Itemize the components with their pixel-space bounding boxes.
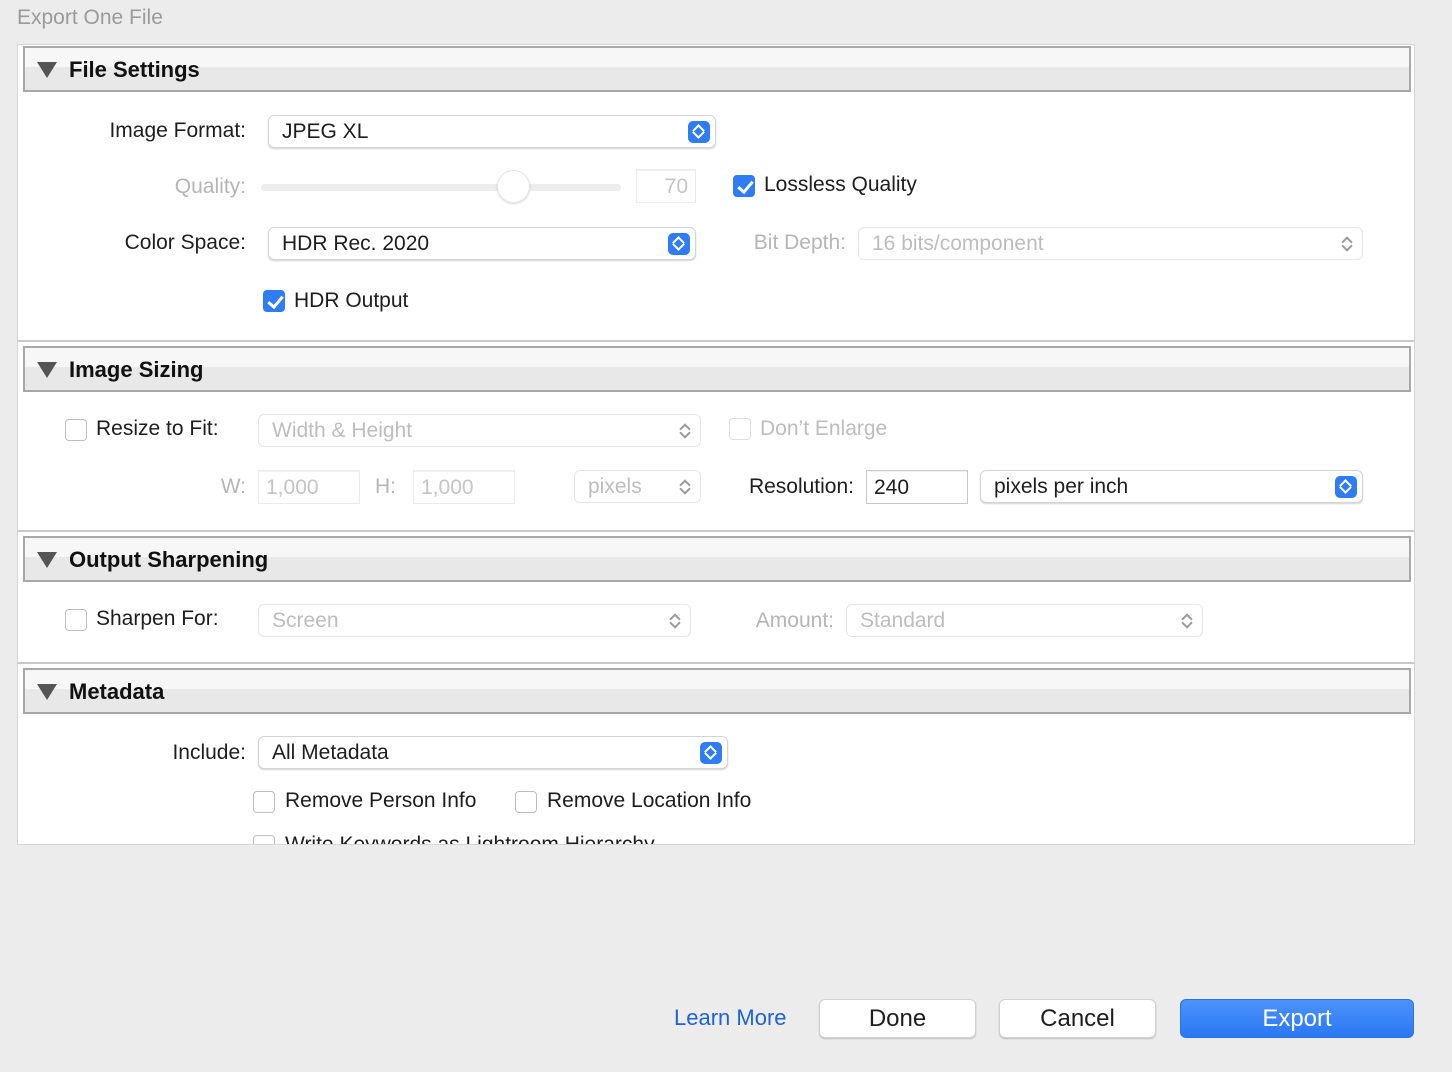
export-button[interactable]: Export xyxy=(1180,999,1414,1038)
hdr-output-checkbox[interactable] xyxy=(263,290,285,312)
sharpen-for-select[interactable]: Screen xyxy=(258,604,691,637)
export-settings-panel[interactable]: File Settings Image Format: JPEG XL Qual… xyxy=(17,44,1415,845)
resolution-units-select[interactable]: pixels per inch xyxy=(980,470,1363,503)
resize-to-fit-checkbox[interactable] xyxy=(65,419,87,441)
color-space-select[interactable]: HDR Rec. 2020 xyxy=(268,227,696,260)
done-button[interactable]: Done xyxy=(819,999,976,1038)
remove-person-info-checkbox[interactable] xyxy=(253,791,275,813)
disclosure-triangle-icon[interactable] xyxy=(37,684,57,700)
hdr-output-label: HDR Output xyxy=(294,289,409,312)
chevron-updown-icon xyxy=(1340,234,1354,254)
image-format-value: JPEG XL xyxy=(282,120,369,143)
color-space-label: Color Space: xyxy=(124,231,246,254)
height-field[interactable]: 1,000 xyxy=(413,470,515,504)
quality-slider-knob[interactable] xyxy=(496,170,530,203)
section-divider xyxy=(18,340,1414,342)
remove-location-info-label: Remove Location Info xyxy=(547,789,752,812)
dont-enlarge-label: Don’t Enlarge xyxy=(760,417,888,440)
chevron-updown-icon xyxy=(678,477,692,497)
include-value: All Metadata xyxy=(272,741,389,764)
remove-person-info-label: Remove Person Info xyxy=(285,789,477,812)
resolution-label: Resolution: xyxy=(748,475,854,498)
quality-value-field[interactable]: 70 xyxy=(636,169,696,203)
window-title: Export One File xyxy=(17,6,163,29)
write-keywords-label: Write Keywords as Lightroom Hierarchy xyxy=(285,833,655,845)
lossless-quality-label: Lossless Quality xyxy=(764,173,917,196)
bit-depth-value: 16 bits/component xyxy=(872,232,1044,255)
section-title: File Settings xyxy=(69,57,200,82)
select-stepper-icon xyxy=(700,742,722,764)
write-keywords-checkbox[interactable] xyxy=(253,835,275,844)
resolution-units-value: pixels per inch xyxy=(994,475,1129,498)
quality-slider[interactable] xyxy=(261,184,621,191)
sharpen-for-label: Sharpen For: xyxy=(96,607,219,630)
learn-more-link[interactable]: Learn More xyxy=(674,1005,787,1031)
resolution-field[interactable]: 240 xyxy=(866,470,968,504)
bit-depth-select[interactable]: 16 bits/component xyxy=(858,227,1363,260)
section-divider xyxy=(18,530,1414,532)
chevron-updown-icon xyxy=(1180,611,1194,631)
quality-label: Quality: xyxy=(174,175,246,198)
select-stepper-icon xyxy=(688,121,710,143)
section-header-file-settings[interactable]: File Settings xyxy=(23,46,1411,92)
bit-depth-label: Bit Depth: xyxy=(753,231,846,254)
size-units-value: pixels xyxy=(588,475,642,498)
disclosure-triangle-icon[interactable] xyxy=(37,362,57,378)
image-format-select[interactable]: JPEG XL xyxy=(268,115,716,148)
disclosure-triangle-icon[interactable] xyxy=(37,552,57,568)
chevron-updown-icon xyxy=(668,611,682,631)
size-units-select[interactable]: pixels xyxy=(574,470,701,503)
section-header-image-sizing[interactable]: Image Sizing xyxy=(23,346,1411,392)
include-select[interactable]: All Metadata xyxy=(258,736,728,769)
section-divider xyxy=(18,662,1414,664)
color-space-value: HDR Rec. 2020 xyxy=(282,232,430,255)
disclosure-triangle-icon[interactable] xyxy=(37,62,57,78)
section-title: Image Sizing xyxy=(69,357,204,382)
select-stepper-icon xyxy=(1335,476,1357,498)
chevron-updown-icon xyxy=(678,421,692,441)
include-label: Include: xyxy=(172,741,246,764)
section-title: Output Sharpening xyxy=(69,547,269,572)
section-header-output-sharpening[interactable]: Output Sharpening xyxy=(23,536,1411,582)
dont-enlarge-checkbox[interactable] xyxy=(729,418,751,440)
resize-mode-select[interactable]: Width & Height xyxy=(258,414,701,447)
amount-label: Amount: xyxy=(755,609,834,632)
remove-location-info-checkbox[interactable] xyxy=(515,791,537,813)
width-label: W: xyxy=(220,475,246,498)
section-header-metadata[interactable]: Metadata xyxy=(23,668,1411,714)
amount-select[interactable]: Standard xyxy=(846,604,1203,637)
width-field[interactable]: 1,000 xyxy=(258,470,360,504)
height-label: H: xyxy=(375,475,396,498)
select-stepper-icon xyxy=(668,233,690,255)
lossless-quality-checkbox[interactable] xyxy=(733,175,755,197)
section-title: Metadata xyxy=(69,679,165,704)
sharpen-for-value: Screen xyxy=(272,609,339,632)
image-format-label: Image Format: xyxy=(109,119,246,142)
sharpen-for-checkbox[interactable] xyxy=(65,609,87,631)
resize-to-fit-label: Resize to Fit: xyxy=(96,417,219,440)
resize-mode-value: Width & Height xyxy=(272,419,413,442)
cancel-button[interactable]: Cancel xyxy=(999,999,1156,1038)
amount-value: Standard xyxy=(860,609,946,632)
